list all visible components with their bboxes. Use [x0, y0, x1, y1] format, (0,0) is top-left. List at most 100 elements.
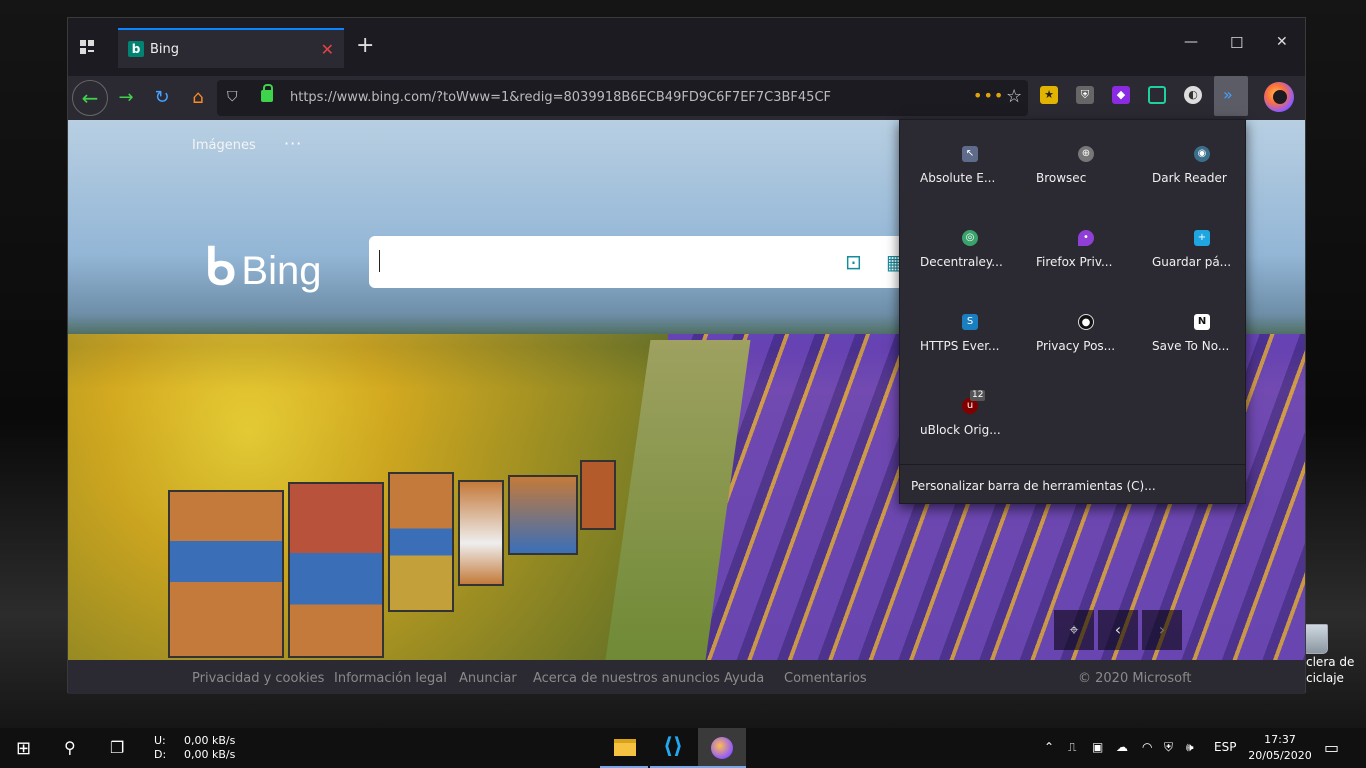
shield-icon[interactable]: ⛉ — [227, 89, 238, 105]
clock[interactable]: 17:37 20/05/2020 — [1246, 732, 1314, 764]
back-button[interactable]: ← — [72, 80, 108, 116]
sidebar-ext-icon[interactable] — [1148, 86, 1166, 104]
multi-account-icon[interactable]: ◆ — [1112, 86, 1130, 104]
location-pin-icon[interactable]: ⌖ — [1054, 610, 1094, 650]
dark-reader-icon: ◉ — [1194, 146, 1210, 162]
ext-label: HTTPS Ever... — [920, 339, 1000, 353]
new-tab-button[interactable]: + — [356, 35, 374, 57]
minimize-button[interactable]: — — [1184, 34, 1198, 50]
ext-label: Guardar pá... — [1152, 255, 1232, 269]
ext-https-everywhere[interactable]: S HTTPS Ever... — [920, 314, 1020, 353]
language-indicator[interactable]: ESP — [1214, 740, 1236, 754]
ext-label: Absolute E... — [920, 171, 996, 185]
task-view-icon[interactable]: ❐ — [110, 738, 124, 757]
file-explorer-taskbar-button[interactable] — [600, 728, 648, 768]
beehive — [288, 482, 384, 658]
footer-help-link[interactable]: Ayuda — [724, 671, 764, 686]
bookmark-star-icon[interactable]: ☆ — [1006, 86, 1022, 107]
close-window-button[interactable]: ✕ — [1276, 34, 1288, 50]
recycle-bin-shortcut[interactable]: clera de ciclaje — [1296, 624, 1366, 686]
bitwarden-icon[interactable]: ⛨ — [1076, 86, 1094, 104]
ext-decentraleyes[interactable]: ◎ Decentraley... — [920, 230, 1020, 269]
ext-label: Decentraley... — [920, 255, 1003, 269]
tab-title: Bing — [150, 42, 180, 57]
tab-strip: b Bing ✕ + — ☐ ✕ — [68, 18, 1305, 76]
beehive — [168, 490, 284, 658]
bookmarks-ext-icon[interactable]: ★ — [1040, 86, 1058, 104]
net-up-label: U: — [154, 734, 166, 747]
footer-privacy-link[interactable]: Privacidad y cookies — [192, 671, 324, 686]
beehive — [580, 460, 616, 530]
ext-label: Save To No... — [1152, 339, 1230, 353]
windows-start-icon[interactable]: ⊞ — [16, 738, 31, 759]
search-input[interactable]: ⊡ ▦ — [369, 236, 905, 288]
ext-ublock-origin[interactable]: u 12 uBlock Orig... — [920, 390, 1020, 437]
security-shield-icon[interactable]: ⛨ — [1164, 740, 1173, 755]
ext-save-page[interactable]: + Guardar pá... — [1152, 230, 1252, 269]
footer-feedback-link[interactable]: Comentarios — [784, 671, 867, 686]
previous-image-button[interactable]: ‹ — [1098, 610, 1138, 650]
maximize-button[interactable]: ☐ — [1230, 34, 1243, 52]
footer-advertise-link[interactable]: Anunciar — [459, 671, 517, 686]
more-nav-icon[interactable]: ··· — [284, 134, 302, 153]
globe-ext-icon[interactable]: ◐ — [1184, 86, 1202, 104]
network-monitor: U: 0,00 kB/s D: 0,00 kB/s — [154, 734, 235, 762]
ublock-badge: 12 — [970, 390, 986, 401]
ext-label: uBlock Orig... — [920, 423, 1001, 437]
extensions-overflow-panel: ↖ Absolute E... ⊕ Browsec ◉ Dark Reader … — [899, 119, 1246, 504]
beehive — [388, 472, 454, 612]
vscode-taskbar-button[interactable]: ⟨⟩ — [650, 728, 698, 768]
url-text[interactable]: https://www.bing.com/?toWww=1&redig=8039… — [290, 90, 831, 105]
clock-time: 17:37 — [1264, 733, 1296, 746]
volume-icon[interactable]: 🕪 — [1186, 740, 1194, 755]
ublock-icon: u 12 — [962, 390, 986, 414]
customize-toolbar-item[interactable]: Personalizar barra de herramientas (C)..… — [911, 479, 1156, 493]
search-icon[interactable]: ⚲ — [64, 738, 76, 757]
net-down-label: D: — [154, 748, 167, 761]
recycle-bin-label-line2: ciclaje — [1306, 671, 1344, 685]
https-everywhere-icon: S — [962, 314, 978, 330]
images-link[interactable]: Imágenes — [192, 138, 256, 153]
ext-browsec[interactable]: ⊕ Browsec — [1036, 146, 1136, 185]
firefox-icon — [711, 737, 733, 759]
wifi-icon[interactable]: ◠ — [1142, 740, 1152, 754]
ext-absolute-enable[interactable]: ↖ Absolute E... — [920, 146, 1020, 185]
address-bar[interactable]: ⛉ https://www.bing.com/?toWww=1&redig=80… — [217, 80, 1028, 116]
tab-bing[interactable]: b Bing ✕ — [118, 28, 344, 68]
beehive — [508, 475, 578, 555]
lock-icon[interactable] — [261, 84, 273, 102]
reload-button[interactable]: ↻ — [146, 82, 178, 114]
overflow-menu-button[interactable]: » — [1214, 76, 1248, 116]
chevron-up-icon[interactable]: ⌃ — [1044, 740, 1054, 754]
ext-label: Firefox Priv... — [1036, 255, 1113, 269]
footer-legal-link[interactable]: Información legal — [334, 671, 447, 686]
ext-dark-reader[interactable]: ◉ Dark Reader — [1152, 146, 1252, 185]
next-image-button[interactable]: › — [1142, 610, 1182, 650]
beehive — [458, 480, 504, 586]
cloud-icon[interactable]: ☁ — [1116, 740, 1128, 754]
ext-privacy-possum[interactable]: ● Privacy Pos... — [1036, 314, 1136, 353]
footer-about-ads-link[interactable]: Acerca de nuestros anuncios — [533, 671, 720, 686]
forward-button[interactable]: → — [110, 82, 142, 114]
visual-search-icon[interactable]: ⊡ — [845, 250, 862, 274]
bing-logo: ᑲ Bing — [204, 239, 322, 295]
ext-save-to-notion[interactable]: N Save To No... — [1152, 314, 1252, 353]
ext-label: Privacy Pos... — [1036, 339, 1116, 353]
chevron-double-icon: » — [1223, 85, 1233, 104]
ext-label: Dark Reader — [1152, 171, 1227, 185]
page-actions-icon[interactable]: ••• — [973, 86, 1004, 105]
usb-icon[interactable]: ⎍ — [1068, 740, 1076, 755]
close-tab-icon[interactable]: ✕ — [321, 40, 334, 59]
apps-grid-icon[interactable] — [80, 40, 94, 54]
color-app-icon[interactable]: ▣ — [1092, 740, 1103, 754]
firefox-account-icon[interactable] — [1264, 82, 1294, 112]
cursor-icon: ↖ — [962, 146, 978, 162]
clock-date: 20/05/2020 — [1248, 749, 1312, 762]
ext-firefox-privacy[interactable]: • Firefox Priv... — [1036, 230, 1136, 269]
copyright-text: © 2020 Microsoft — [1078, 671, 1192, 686]
location-pin-icon: • — [1078, 230, 1094, 246]
notifications-icon[interactable]: ▭ — [1324, 738, 1339, 757]
bing-footer: Privacidad y cookies Información legal A… — [68, 660, 1305, 694]
home-button[interactable]: ⌂ — [182, 82, 214, 114]
firefox-taskbar-button[interactable] — [698, 728, 746, 768]
